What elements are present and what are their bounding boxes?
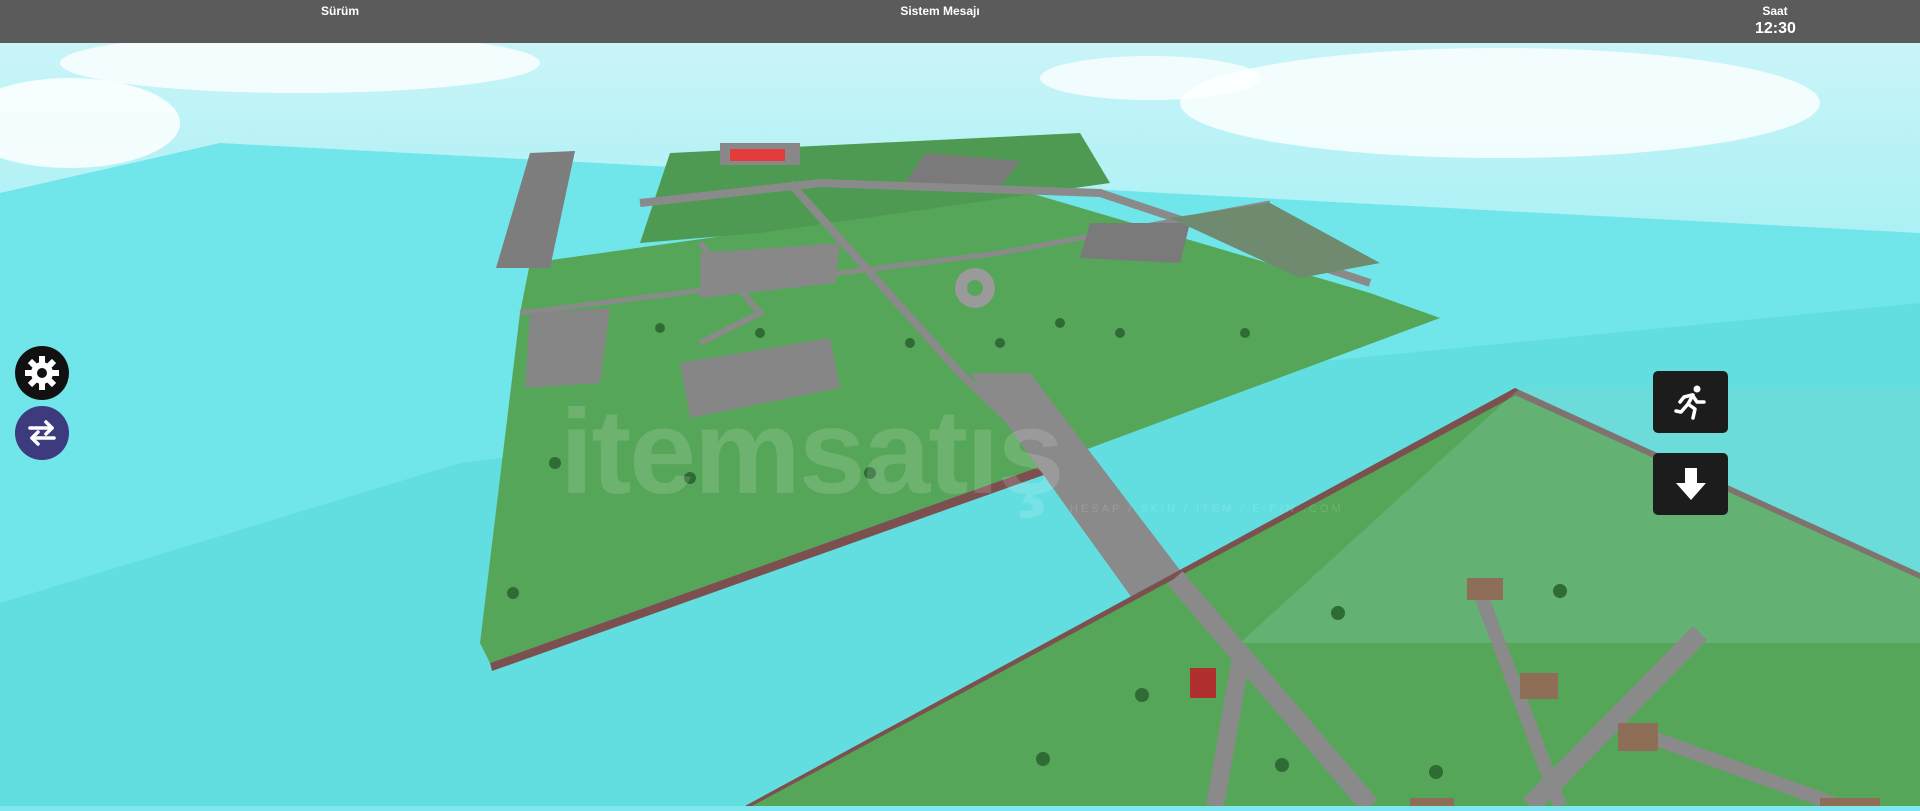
- house: [1618, 723, 1658, 751]
- world-render: [0, 33, 1920, 811]
- house: [1410, 798, 1454, 806]
- roundabout-center: [967, 280, 983, 296]
- clock-time: 12:30: [1755, 20, 1796, 37]
- red-building: [730, 149, 785, 161]
- house: [1520, 673, 1558, 699]
- top-status-bar: Sürüm Sistem Mesajı Saat 12:30: [0, 0, 1920, 43]
- descend-button[interactable]: [1653, 453, 1728, 515]
- settings-button[interactable]: [15, 346, 69, 400]
- plot: [1080, 223, 1190, 263]
- house: [1467, 578, 1503, 600]
- run-button[interactable]: [1653, 371, 1728, 433]
- system-message-label: Sistem Mesajı: [900, 4, 980, 18]
- gear-icon: [25, 356, 59, 390]
- house: [1190, 668, 1216, 698]
- cloud: [1040, 56, 1260, 100]
- running-person-icon: [1673, 385, 1706, 420]
- clock-label: Saat: [1762, 4, 1788, 18]
- arrow-down-icon: [1675, 468, 1706, 500]
- cloud: [1180, 48, 1820, 158]
- switch-button[interactable]: [15, 406, 69, 460]
- swap-arrows-icon: [28, 420, 56, 446]
- game-viewport[interactable]: itemsatış HESAP / SKIN / ITEM / E-PIN .C…: [0, 33, 1920, 811]
- version-label: Sürüm: [320, 4, 359, 18]
- clock: Saat 12:30: [1755, 4, 1796, 38]
- house: [1820, 798, 1880, 806]
- plot: [525, 308, 610, 388]
